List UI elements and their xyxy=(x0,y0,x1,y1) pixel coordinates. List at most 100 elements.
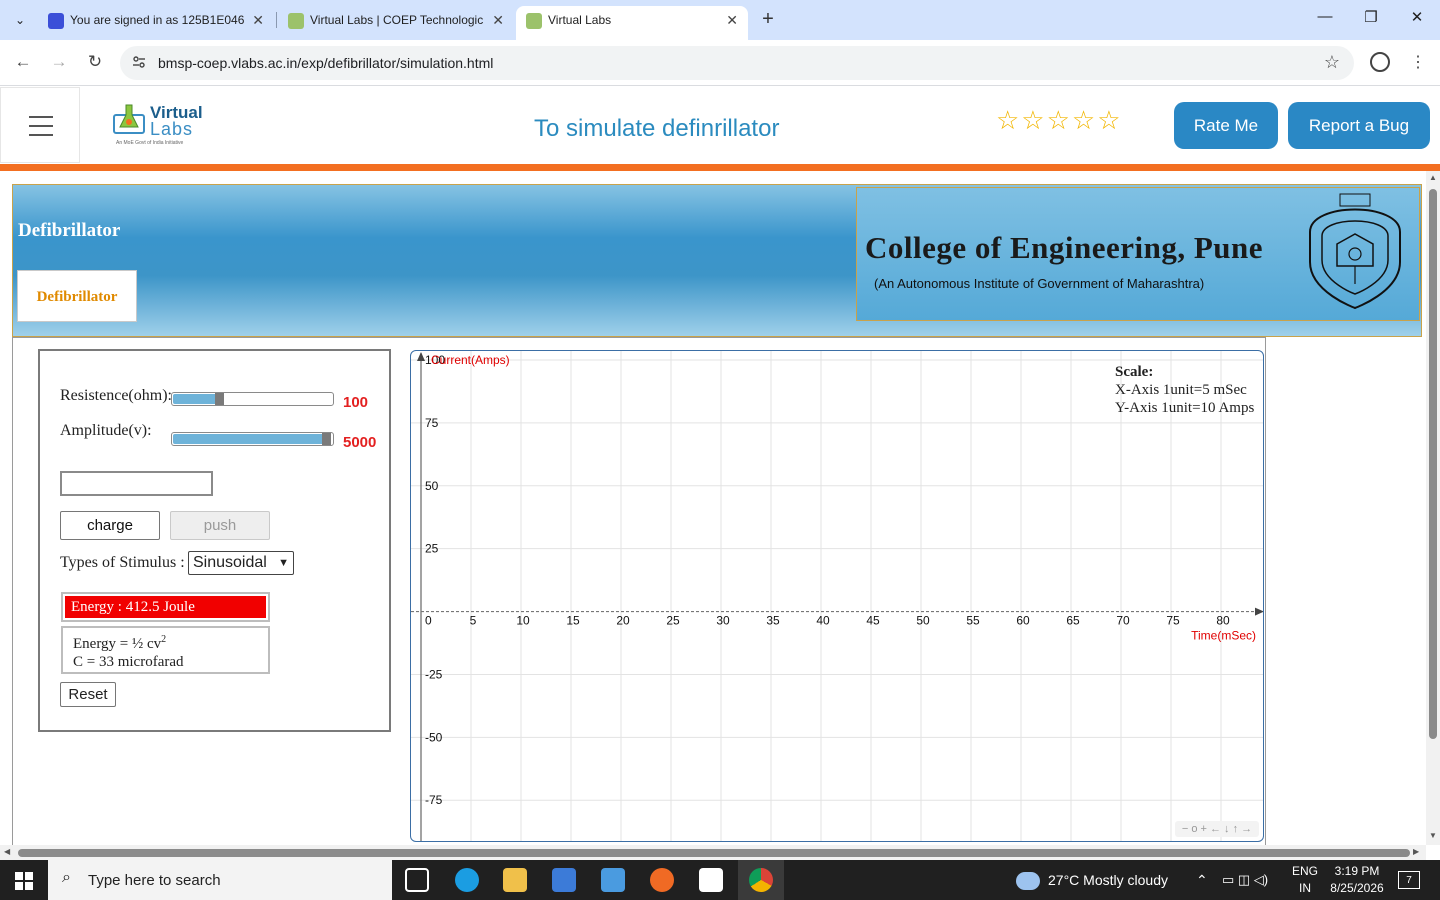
y-tick-label: 50 xyxy=(425,479,439,493)
graph-navigation-controls[interactable]: − o + ← ↓ ↑ → xyxy=(1175,821,1259,837)
resistance-slider-knob[interactable] xyxy=(215,393,225,405)
stimulus-label: Types of Stimulus : xyxy=(60,554,185,571)
forward-icon[interactable]: → xyxy=(48,52,70,72)
college-banner: College of Engineering, Pune (An Autonom… xyxy=(856,187,1420,321)
task-view-icon[interactable] xyxy=(405,868,429,892)
current-time-graph[interactable]: 0 5 10 15 20 25 30 35 40 45 50 55 60 65 70 75 80 100 75 50 2… xyxy=(410,350,1264,842)
browser-tab-active[interactable]: Virtual Labs ✕ xyxy=(516,6,748,40)
notification-icon[interactable]: 7 xyxy=(1398,871,1420,889)
app-icon[interactable] xyxy=(601,868,625,892)
x-tick-label: 70 xyxy=(1116,614,1130,628)
virtual-labs-logo[interactable]: Virtual Labs An MoE Govt of India Initia… xyxy=(112,101,203,149)
formula-box: Energy = ½ cv2 C = 33 microfarad xyxy=(61,626,270,674)
college-seal-icon xyxy=(1309,193,1401,310)
mail-icon[interactable] xyxy=(699,868,723,892)
address-toolbar: ← → ↻ bmsp-coep.vlabs.ac.in/exp/defibril… xyxy=(0,40,1440,86)
x-tick-label: 10 xyxy=(516,614,530,628)
clock-time: 3:19 PM xyxy=(1334,864,1380,878)
tab-defibrillator[interactable]: Defibrillator xyxy=(17,270,137,322)
language-bottom: IN xyxy=(1299,881,1311,895)
back-icon[interactable]: ← xyxy=(12,52,34,72)
resistance-value: 100 xyxy=(343,394,369,411)
x-tick-label: 80 xyxy=(1216,614,1230,628)
tab-close-icon[interactable]: ✕ xyxy=(726,6,738,34)
reload-icon[interactable]: ↻ xyxy=(84,52,106,72)
horizontal-scroll-thumb[interactable] xyxy=(18,849,1410,857)
minimize-icon[interactable]: — xyxy=(1315,8,1335,25)
y-axis-title: Current(Amps) xyxy=(431,353,510,367)
new-tab-icon[interactable]: + xyxy=(758,8,778,31)
rating-stars[interactable]: ☆☆☆☆☆ xyxy=(996,105,1123,136)
clock[interactable]: 3:19 PM 8/25/2026 xyxy=(1322,863,1392,897)
bookmark-star-icon[interactable]: ☆ xyxy=(1324,52,1340,73)
scale-x: X-Axis 1unit=5 mSec xyxy=(1115,382,1247,398)
tray-icons[interactable]: ▭ ◫ ◁) xyxy=(1222,872,1268,888)
x-axis-title: Time(mSec) xyxy=(1191,629,1256,643)
resistance-slider-fill xyxy=(173,394,221,404)
hamburger-menu-button[interactable] xyxy=(0,87,80,163)
address-bar[interactable]: bmsp-coep.vlabs.ac.in/exp/defibrillator/… xyxy=(120,46,1354,80)
plot-canvas: 0 5 10 15 20 25 30 35 40 45 50 55 60 65 70 75 8010075502… xyxy=(411,351,1263,841)
x-tick-label: 35 xyxy=(766,614,780,628)
amplitude-value: 5000 xyxy=(343,434,377,451)
tab-close-icon[interactable]: ✕ xyxy=(252,6,264,34)
browser-tab[interactable]: You are signed in as 125B1E046 ✕ xyxy=(38,6,274,40)
scale-y: Y-Axis 1unit=10 Amps xyxy=(1115,400,1255,416)
amplitude-slider[interactable] xyxy=(171,432,334,446)
scale-title: Scale: xyxy=(1115,364,1154,380)
search-icon: ⌕ xyxy=(62,869,71,886)
report-bug-button[interactable]: Report a Bug xyxy=(1288,102,1430,149)
x-tick-label: 5 xyxy=(470,614,477,628)
x-tick-label: 20 xyxy=(616,614,630,628)
restore-icon[interactable]: ❐ xyxy=(1361,8,1381,26)
language-indicator[interactable]: ENG IN xyxy=(1290,863,1320,897)
profile-icon[interactable] xyxy=(1370,52,1390,72)
file-explorer-icon[interactable] xyxy=(503,868,527,892)
clock-date: 8/25/2026 xyxy=(1330,881,1384,895)
rate-me-button[interactable]: Rate Me xyxy=(1174,102,1278,149)
y-tick-label: -75 xyxy=(425,793,443,807)
chrome-taskbar-item[interactable] xyxy=(738,860,784,900)
tab-close-icon[interactable]: ✕ xyxy=(492,6,504,34)
amplitude-slider-fill xyxy=(173,434,328,444)
chrome-icon xyxy=(749,868,773,892)
header-divider xyxy=(0,164,1440,171)
charge-button[interactable]: charge xyxy=(60,511,160,540)
site-info-icon[interactable] xyxy=(132,55,146,69)
taskbar-search-box[interactable]: ⌕ Type here to search xyxy=(48,860,392,900)
resistance-slider[interactable] xyxy=(171,392,334,406)
windows-taskbar: ⌕ Type here to search 27°C Mostly cloudy… xyxy=(0,860,1440,900)
y-tick-label: -50 xyxy=(425,730,443,744)
firefox-icon[interactable] xyxy=(650,868,674,892)
reset-button[interactable]: Reset xyxy=(60,682,116,707)
vertical-scroll-thumb[interactable] xyxy=(1429,189,1437,739)
vlabs-favicon-icon xyxy=(288,13,304,29)
push-button[interactable]: push xyxy=(170,511,270,540)
windows-start-icon[interactable] xyxy=(15,872,33,890)
weather-text[interactable]: 27°C Mostly cloudy xyxy=(1048,872,1168,888)
x-axis-arrow xyxy=(1255,607,1263,616)
menu-kebab-icon[interactable]: ⋮ xyxy=(1410,52,1426,72)
weather-cloud-icon[interactable] xyxy=(1016,872,1040,890)
simulation-page: Defibrillator Defibrillator College of E… xyxy=(0,171,1426,845)
amplitude-slider-knob[interactable] xyxy=(322,433,331,445)
control-panel: Resistence(ohm): 100 Amplitude(v): 5000 … xyxy=(38,349,391,732)
tray-chevron-icon[interactable]: ⌃ xyxy=(1196,872,1208,889)
x-tick-label: 15 xyxy=(566,614,580,628)
x-tick-label: 45 xyxy=(866,614,880,628)
close-window-icon[interactable]: ✕ xyxy=(1407,8,1427,26)
college-subtitle: (An Autonomous Institute of Government o… xyxy=(874,276,1205,291)
horizontal-scrollbar[interactable]: ◀ ▶ xyxy=(0,845,1426,860)
store-icon[interactable] xyxy=(552,868,576,892)
tab-search-chevron-icon[interactable]: ⌄ xyxy=(8,9,32,31)
output-textbox[interactable] xyxy=(60,471,213,496)
x-tick-label: 60 xyxy=(1016,614,1030,628)
stimulus-selected-value: Sinusoidal xyxy=(193,554,267,571)
x-tick-label: 0 xyxy=(425,614,432,628)
edge-icon[interactable] xyxy=(455,868,479,892)
browser-tab[interactable]: Virtual Labs | COEP Technologic ✕ xyxy=(278,6,514,40)
stimulus-select[interactable]: Sinusoidal ▼ xyxy=(188,551,294,575)
url-text: bmsp-coep.vlabs.ac.in/exp/defibrillator/… xyxy=(158,55,494,71)
vertical-scrollbar[interactable]: ▲ ▼ xyxy=(1426,171,1440,845)
simulation-area: Resistence(ohm): 100 Amplitude(v): 5000 … xyxy=(12,337,1266,845)
